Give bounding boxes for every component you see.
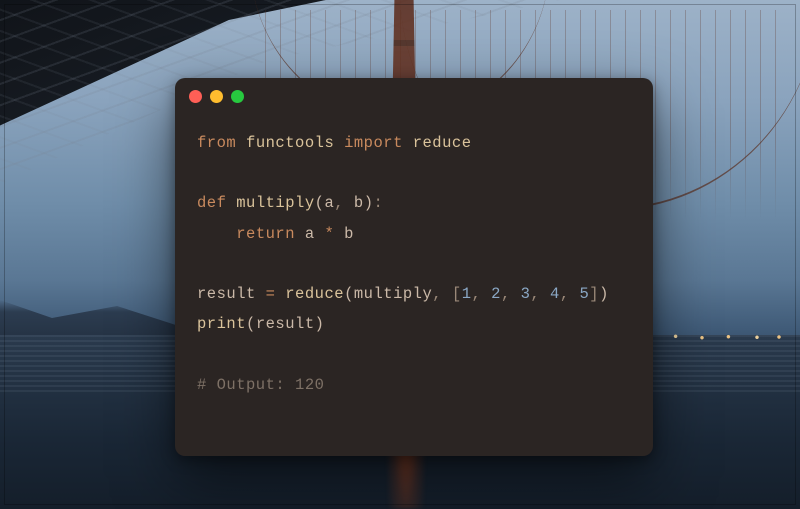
module-name: functools (246, 134, 334, 152)
num-1: 1 (462, 285, 472, 303)
comment-output: # Output: 120 (197, 376, 324, 394)
num-5: 5 (579, 285, 589, 303)
operator-eq: = (266, 285, 276, 303)
indent (197, 225, 236, 243)
var-result: result (197, 285, 256, 303)
code-window: from functools import reduce def multipl… (175, 78, 653, 456)
lparen: ( (246, 315, 256, 333)
comma: , (501, 285, 511, 303)
param-b: b (354, 194, 364, 212)
space (344, 194, 354, 212)
keyword-from: from (197, 134, 236, 152)
rbracket: ] (589, 285, 599, 303)
num-4: 4 (550, 285, 560, 303)
minimize-icon[interactable] (210, 90, 223, 103)
num-2: 2 (491, 285, 501, 303)
call-print: print (197, 315, 246, 333)
arg-result: result (256, 315, 315, 333)
comma: , (334, 194, 344, 212)
comma: , (530, 285, 540, 303)
keyword-import: import (344, 134, 403, 152)
operator-mul: * (324, 225, 334, 243)
zoom-icon[interactable] (231, 90, 244, 103)
background-scene: from functools import reduce def multipl… (0, 0, 800, 509)
lparen: ( (315, 194, 325, 212)
num-3: 3 (521, 285, 531, 303)
close-icon[interactable] (189, 90, 202, 103)
keyword-return: return (236, 225, 295, 243)
lbracket: [ (452, 285, 462, 303)
keyword-def: def (197, 194, 226, 212)
rparen: ) (599, 285, 609, 303)
window-titlebar (175, 78, 653, 114)
lparen: ( (344, 285, 354, 303)
colon: : (374, 194, 384, 212)
code-editor: from functools import reduce def multipl… (175, 114, 653, 420)
import-name: reduce (413, 134, 472, 152)
param-a: a (324, 194, 334, 212)
call-reduce: reduce (285, 285, 344, 303)
rparen: ) (315, 315, 325, 333)
arg-multiply: multiply (354, 285, 432, 303)
rparen: ) (364, 194, 374, 212)
comma: , (472, 285, 482, 303)
comma: , (432, 285, 442, 303)
comma: , (560, 285, 570, 303)
function-name: multiply (236, 194, 314, 212)
ident-b: b (344, 225, 354, 243)
ident-a: a (305, 225, 315, 243)
